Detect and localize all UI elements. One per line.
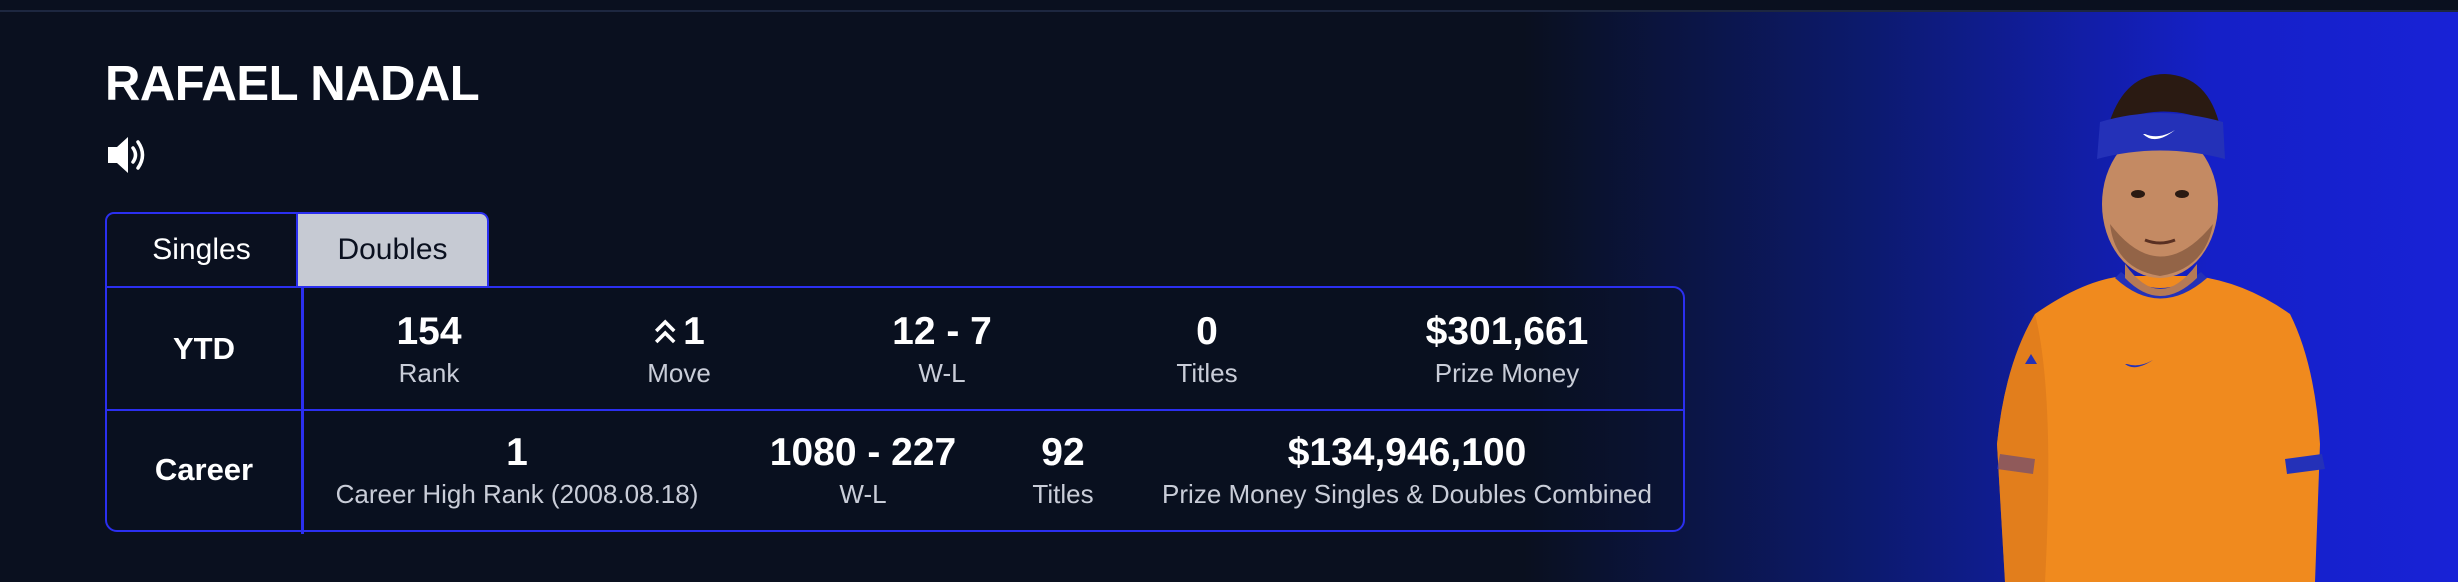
- tab-singles[interactable]: Singles: [105, 212, 298, 286]
- ytd-prize-money-label: Prize Money: [1434, 358, 1580, 388]
- career-win-loss-label: W-L: [839, 479, 887, 509]
- ytd-rank-value: 154: [396, 310, 462, 353]
- career-win-loss: 1080 - 227 W-L: [770, 431, 957, 511]
- ytd-prize-money-value: $301,661: [1425, 310, 1589, 353]
- ytd-label: YTD: [173, 330, 235, 366]
- stats-table: YTD 154 Rank 1 Move 12 - 7 W-L 0 Titles …: [105, 286, 1685, 534]
- player-name: RAFAEL NADAL: [105, 57, 480, 111]
- ytd-move: 1 Move: [647, 310, 711, 390]
- ytd-rank: 154 Rank: [396, 310, 461, 390]
- career-label: Career: [154, 451, 254, 487]
- ytd-titles: 0 Titles: [1176, 310, 1237, 390]
- career-high-rank-label: Career High Rank (2008.08.18): [335, 479, 699, 509]
- ytd-rank-label: Rank: [398, 358, 460, 388]
- career-prize-money-value: $134,946,100: [1287, 431, 1527, 474]
- career-prize-money-label: Prize Money Singles & Doubles Combined: [1162, 479, 1652, 509]
- career-prize-money: $134,946,100 Prize Money Singles & Doubl…: [1162, 431, 1652, 511]
- ytd-titles-label: Titles: [1176, 358, 1238, 388]
- ytd-move-label: Move: [647, 358, 711, 388]
- ytd-move-value: 1: [647, 310, 711, 354]
- double-chevron-up-icon: [654, 319, 676, 344]
- speaker-icon[interactable]: [104, 132, 150, 178]
- career-titles-value: 92: [1041, 431, 1085, 474]
- career-high-rank-value: 1: [506, 431, 528, 474]
- career-titles-label: Titles: [1032, 479, 1094, 509]
- ytd-win-loss: 12 - 7 W-L: [892, 310, 992, 390]
- career-win-loss-value: 1080 - 227: [769, 431, 957, 474]
- ytd-move-number: 1: [683, 310, 705, 353]
- ytd-win-loss-value: 12 - 7: [892, 310, 992, 353]
- ytd-titles-value: 0: [1196, 310, 1218, 353]
- ytd-row: YTD 154 Rank 1 Move 12 - 7 W-L 0 Titles …: [107, 288, 1683, 411]
- stats-tabs: Singles Doubles: [105, 212, 489, 286]
- career-row: Career 1 Career High Rank (2008.08.18) 1…: [107, 409, 1683, 530]
- tab-doubles[interactable]: Doubles: [296, 212, 489, 286]
- ytd-win-loss-label: W-L: [918, 358, 966, 388]
- ytd-prize-money: $301,661 Prize Money: [1426, 310, 1589, 390]
- career-titles: 92 Titles: [1032, 431, 1093, 511]
- career-high-rank: 1 Career High Rank (2008.08.18): [336, 431, 699, 511]
- player-photo: [1997, 74, 2325, 582]
